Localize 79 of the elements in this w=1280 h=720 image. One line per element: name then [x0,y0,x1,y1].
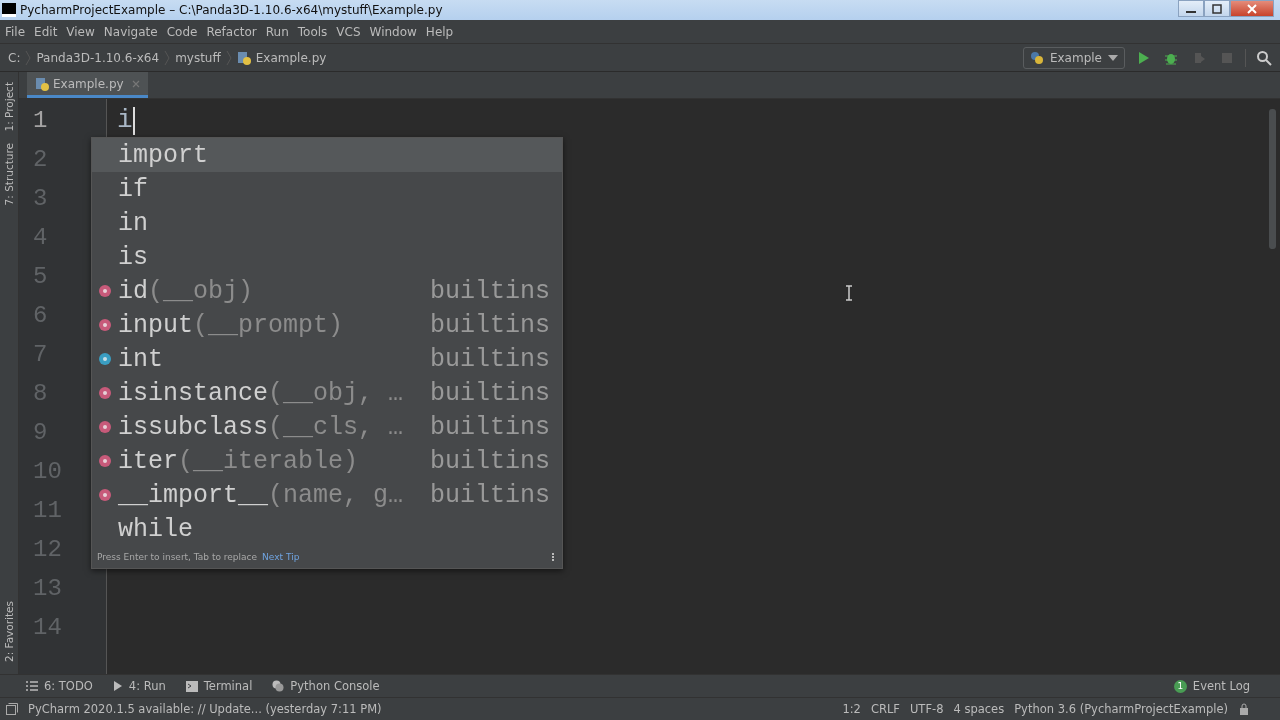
status-item[interactable]: CRLF [870,702,900,716]
breadcrumb[interactable]: Example.py [255,50,327,65]
next-tip-link[interactable]: Next Tip [262,552,300,562]
menu-item[interactable]: File [2,24,32,39]
status-item[interactable]: UTF-8 [909,702,944,716]
status-message: PyCharm 2020.1.5 available: // Update... (yesterday 7:11 PM) [28,702,382,716]
function-icon [99,285,111,297]
maximize-button[interactable] [1204,0,1230,17]
function-icon [99,319,111,331]
minimize-button[interactable] [1178,0,1204,17]
line-number: 1 [33,106,49,136]
tool-window-button[interactable]: Terminal [185,679,253,693]
completion-item[interactable]: id(__obj) builtins [92,274,562,308]
function-icon [99,387,111,399]
toggle-panels-icon[interactable] [6,703,18,715]
maximize-icon [1211,3,1223,14]
tool-window-button[interactable]: 6: TODO [26,679,93,693]
breadcrumb[interactable]: mystuff [175,50,221,65]
scrollbar-thumb[interactable] [1269,109,1276,249]
coverage-icon [1192,50,1206,65]
close-button[interactable] [1230,0,1274,17]
window-title: PycharmProjectExample – C:\Panda3D-1.10.6-x64\mystuff\Example.py [20,3,443,17]
status-item[interactable]: 1:2 [842,702,861,716]
run-configuration-dropdown[interactable]: Example [1022,46,1125,69]
tool-window-tab[interactable]: 2: Favorites [3,595,15,668]
play-icon [112,681,123,691]
menu-item[interactable]: Help [422,24,460,39]
completion-item[interactable]: import [92,138,562,172]
python-file-icon [35,76,49,91]
menu-item[interactable]: Edit [31,24,64,39]
function-icon [99,455,111,467]
tool-window-button[interactable]: 4: Run [112,679,166,693]
tool-window-tab[interactable]: 7: Structure [3,137,15,212]
count-badge: 1 [1173,679,1187,693]
text-cursor-icon [845,285,853,301]
hint-text: Press Enter to insert, Tab to replace [97,552,258,562]
completion-item[interactable]: input(__prompt) builtins [92,308,562,342]
breadcrumb[interactable]: C: [8,50,21,65]
tool-window-tab[interactable]: 1: Project [3,76,15,138]
editor-tab[interactable]: Example.py [27,72,148,98]
status-item[interactable]: Python 3.6 (PycharmProjectExample) [1014,702,1228,716]
stop-icon [1220,50,1234,65]
app-logo-icon [2,3,16,17]
python-file-icon [236,50,251,65]
breadcrumb[interactable]: Panda3D-1.10.6-x64 [36,50,160,65]
completion-item[interactable]: __import__(name, g… builtins [92,478,562,512]
menu-item[interactable]: VCS [333,24,367,39]
function-icon [99,421,111,433]
menu-item[interactable]: Refactor [203,24,263,39]
code-line: i [117,104,133,137]
function-icon [99,489,111,501]
list-icon [26,681,38,691]
menu-item[interactable]: Tools [294,24,334,39]
completion-item[interactable]: issubclass(__cls, … builtins [92,410,562,444]
menu-item[interactable]: Window [366,24,423,39]
minimize-icon [1186,10,1196,13]
tool-window-button[interactable]: Python Console [272,679,380,693]
completion-item[interactable]: while [92,512,562,546]
menu-item[interactable]: Run [262,24,295,39]
search-icon [1256,49,1272,66]
terminal-icon [185,680,198,692]
python-icon [1029,50,1044,65]
completion-item[interactable]: isinstance(__obj, … builtins [92,376,562,410]
completion-item[interactable]: in [92,206,562,240]
class-icon [99,353,111,365]
lock-icon[interactable] [1238,703,1250,715]
completion-item[interactable]: if [92,172,562,206]
play-icon [1136,50,1150,65]
close-icon [1246,3,1258,14]
status-item[interactable]: 4 spaces [953,702,1005,716]
completion-item[interactable]: int builtins [92,342,562,376]
completion-item[interactable]: is [92,240,562,274]
event-log-button[interactable]: 1 Event Log [1173,679,1250,693]
completion-item[interactable]: iter(__iterable) builtins [92,444,562,478]
menu-item[interactable]: Navigate [100,24,164,39]
python-icon [272,680,285,692]
caret-icon [1108,54,1118,61]
menu-item[interactable]: View [63,24,101,39]
menu-item[interactable]: Code [163,24,204,39]
